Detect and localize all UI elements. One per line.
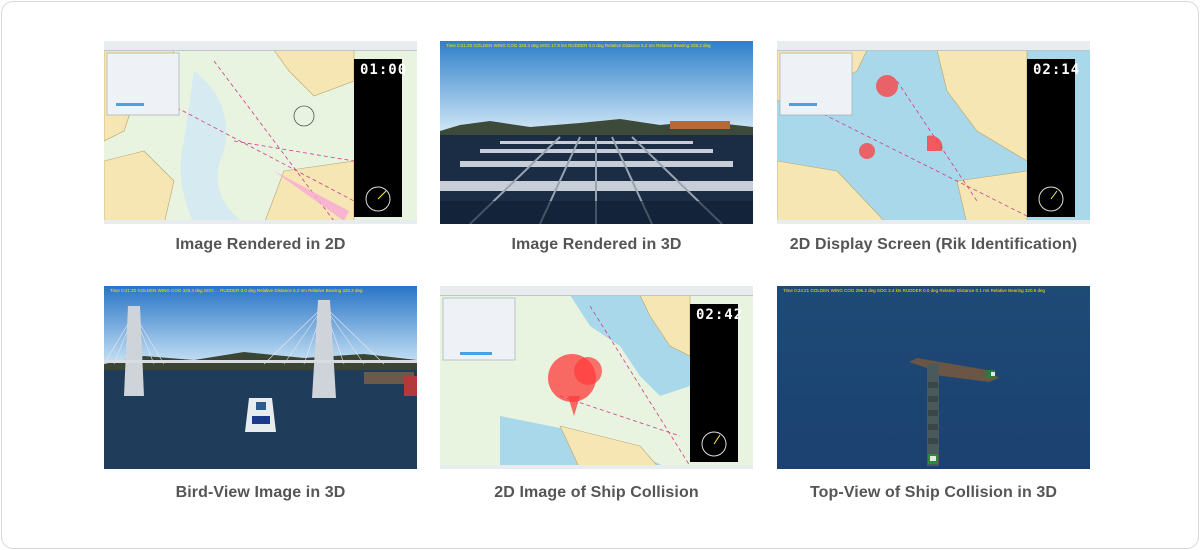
bridge-3d-view [104, 286, 417, 469]
clock-readout: 02:42 [696, 307, 744, 323]
caption-2d-rendered: Image Rendered in 2D [175, 236, 346, 253]
hud-readout: Time 0:21:20 GOLDEN WING COG 328.3 deg S… [110, 288, 363, 293]
screenshot-3d-rendered[interactable]: Time 0:21:20 GOLDEN WING COG 328.3 deg S… [440, 41, 753, 224]
status-bar [440, 465, 753, 469]
clock-readout: 01:00 [360, 62, 408, 78]
status-bar [104, 220, 417, 224]
caption-bird-view: Bird-View Image in 3D [175, 484, 346, 501]
toolbar [777, 41, 1090, 51]
screenshot-ship-collision-topview[interactable]: Time 0:24:21 GOLDEN WING COG 296.2 deg S… [777, 286, 1090, 469]
status-bar [777, 220, 1090, 224]
harbor-3d-view [440, 41, 753, 224]
caption-risk-identification: 2D Display Screen (Rik Identification) [789, 236, 1078, 253]
screenshot-2d-rendered[interactable]: 01:00 [104, 41, 417, 224]
clock-readout: 02:14 [1033, 62, 1081, 78]
toolbar [440, 286, 753, 296]
hud-readout: Time 0:24:21 GOLDEN WING COG 296.2 deg S… [783, 288, 1045, 293]
ocean-topview-3d [777, 286, 1090, 469]
screenshot-risk-identification[interactable]: 02:14 [777, 41, 1090, 224]
caption-3d-rendered: Image Rendered in 3D [511, 236, 682, 253]
hud-readout: Time 0:21:20 GOLDEN WING COG 328.3 deg S… [446, 43, 711, 48]
caption-ship-collision-2d: 2D Image of Ship Collision [494, 484, 699, 501]
toolbar [104, 41, 417, 51]
caption-ship-collision-topview: Top-View of Ship Collision in 3D [809, 484, 1058, 501]
screenshot-ship-collision-2d[interactable]: 02:42 [440, 286, 753, 469]
screenshot-bird-view[interactable]: Time 0:21:20 GOLDEN WING COG 328.3 deg S… [104, 286, 417, 469]
